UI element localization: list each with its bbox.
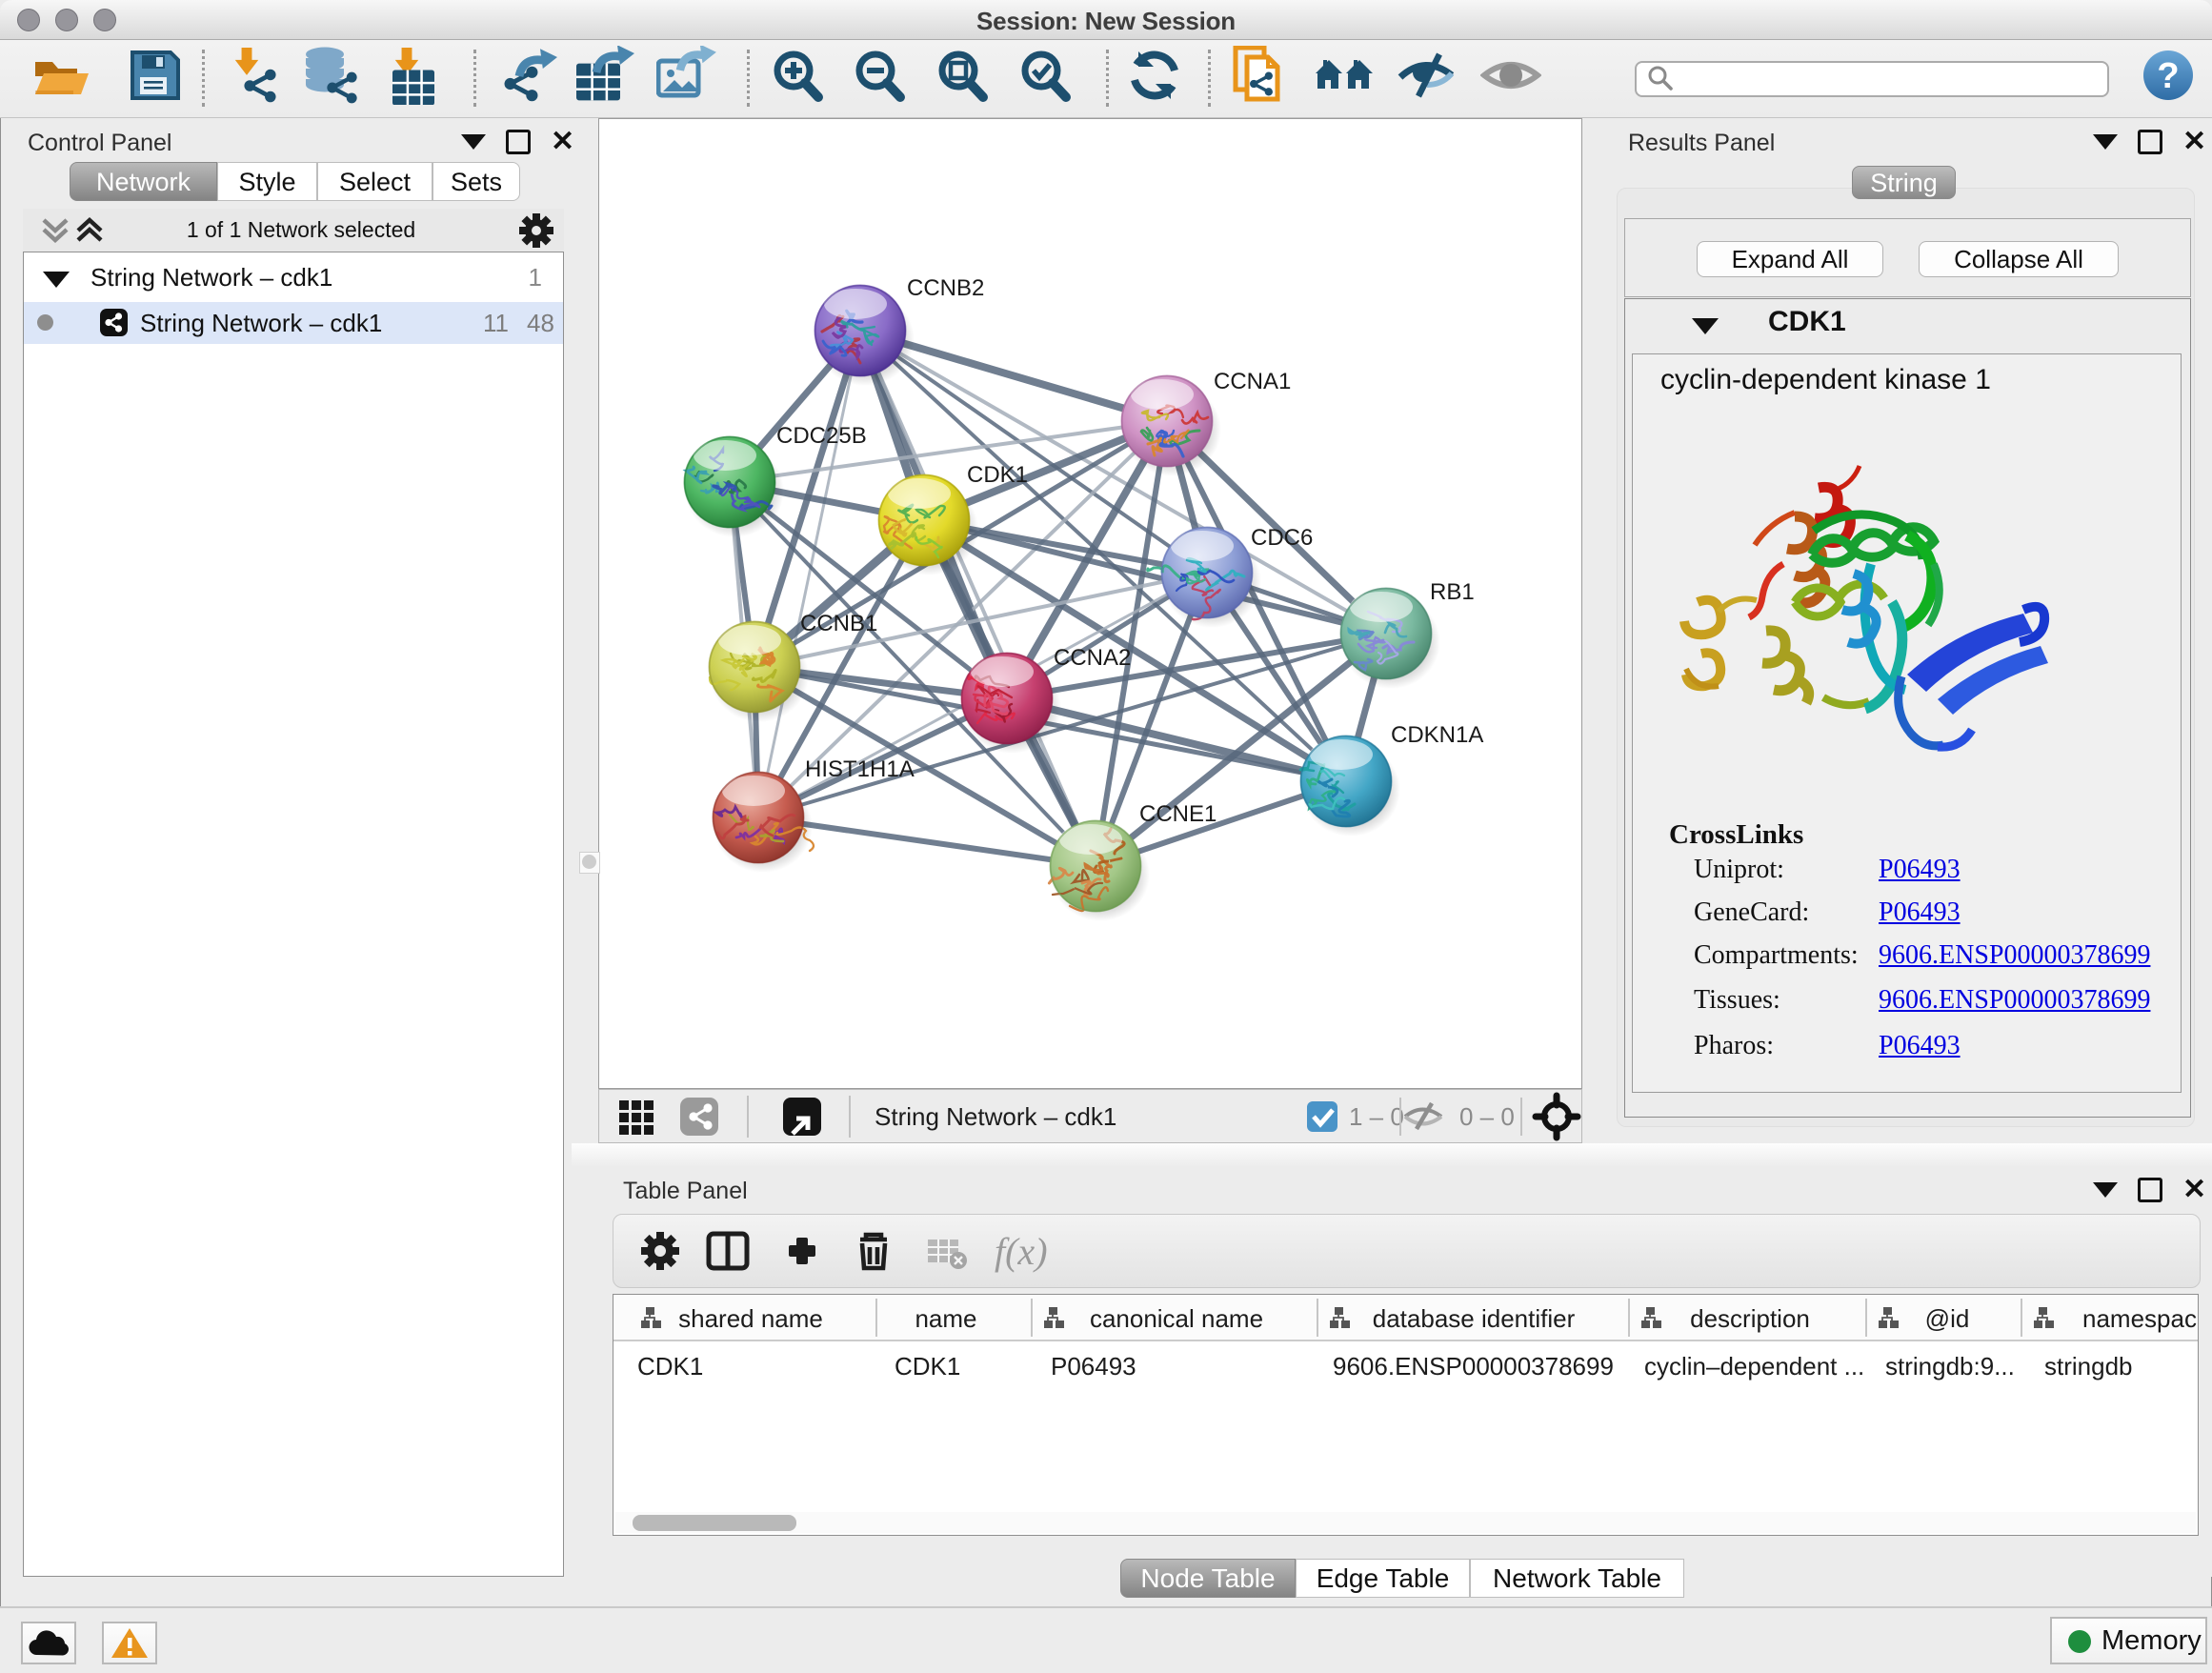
svg-text:CCNA2: CCNA2 — [1054, 645, 1131, 671]
svg-text:1 – 0: 1 – 0 — [1349, 1102, 1404, 1131]
svg-text:CDKN1A: CDKN1A — [1391, 722, 1483, 748]
svg-text:description: description — [1690, 1304, 1810, 1333]
svg-text:CDK1: CDK1 — [895, 1352, 960, 1381]
svg-text:RB1: RB1 — [1430, 579, 1475, 605]
svg-text:CDC6: CDC6 — [1251, 525, 1313, 551]
svg-text:P06493: P06493 — [1051, 1352, 1136, 1381]
svg-text:CDC25B: CDC25B — [776, 423, 867, 449]
svg-text:@id: @id — [1925, 1304, 1970, 1333]
svg-text:CDK1: CDK1 — [637, 1352, 703, 1381]
svg-text:stringdb:9...: stringdb:9... — [1885, 1352, 2015, 1381]
svg-text:stringdb: stringdb — [2044, 1352, 2133, 1381]
svg-text:9606.ENSP00000378699: 9606.ENSP00000378699 — [1333, 1352, 1614, 1381]
svg-text:name: name — [915, 1304, 976, 1333]
svg-text:cyclin–dependent ...: cyclin–dependent ... — [1644, 1352, 1864, 1381]
svg-text:CCNB1: CCNB1 — [800, 611, 877, 636]
svg-text:f(x): f(x) — [995, 1230, 1048, 1273]
svg-text:0 – 0: 0 – 0 — [1459, 1102, 1515, 1131]
svg-text:CCNB2: CCNB2 — [907, 275, 984, 301]
svg-text:HIST1H1A: HIST1H1A — [805, 756, 915, 782]
svg-text:canonical name: canonical name — [1090, 1304, 1263, 1333]
svg-text:shared name: shared name — [678, 1304, 823, 1333]
svg-text:CCNA1: CCNA1 — [1214, 369, 1291, 394]
svg-text:?: ? — [2157, 56, 2179, 96]
svg-text:CCNE1: CCNE1 — [1139, 801, 1217, 827]
svg-text:CDK1: CDK1 — [967, 462, 1028, 488]
svg-text:namespac: namespac — [2082, 1304, 2197, 1333]
svg-text:database identifier: database identifier — [1373, 1304, 1576, 1333]
svg-text:String Network – cdk1: String Network – cdk1 — [875, 1102, 1116, 1131]
